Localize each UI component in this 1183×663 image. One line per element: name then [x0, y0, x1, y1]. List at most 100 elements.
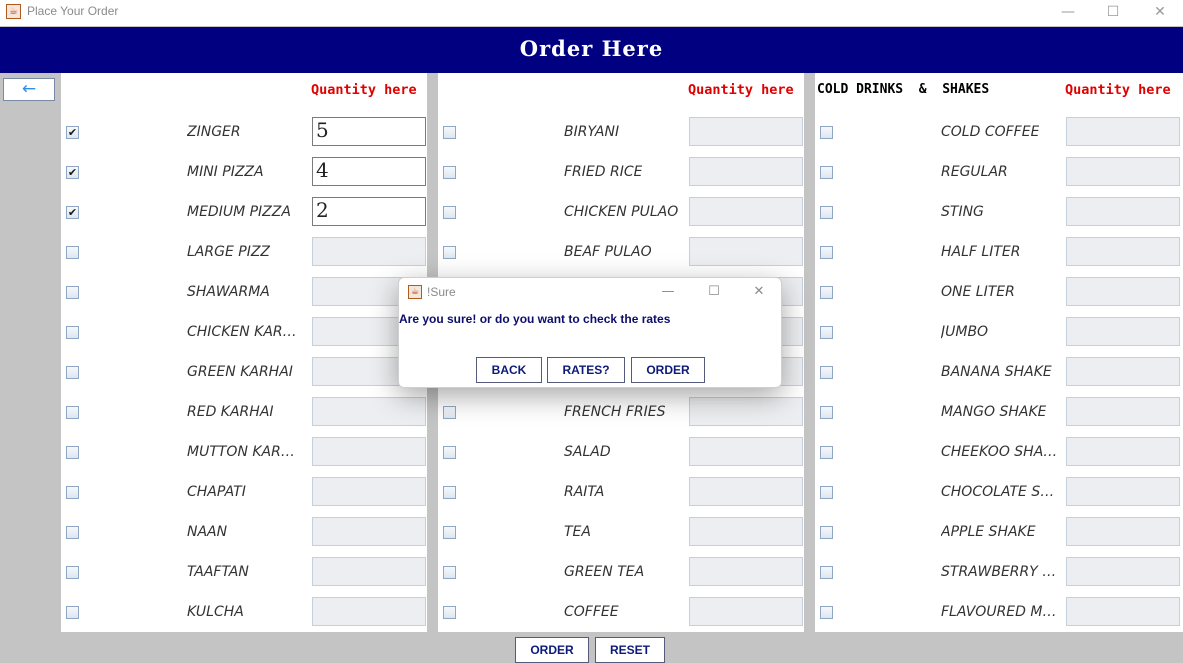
quantity-field[interactable] [312, 557, 426, 586]
item-checkbox[interactable]: ✔ [66, 126, 79, 139]
item-name: KULCHA [187, 604, 244, 620]
quantity-field[interactable] [689, 117, 803, 146]
item-checkbox[interactable] [820, 166, 833, 179]
item-checkbox[interactable] [443, 606, 456, 619]
item-checkbox[interactable] [443, 246, 456, 259]
menu-row: COLD COFFEE [815, 113, 1183, 153]
item-checkbox[interactable] [820, 286, 833, 299]
quantity-field[interactable] [1066, 317, 1180, 346]
quantity-field[interactable] [1066, 557, 1180, 586]
quantity-field[interactable] [689, 477, 803, 506]
quantity-field[interactable] [689, 437, 803, 466]
item-name: BIRYANI [564, 124, 620, 140]
item-name: BEAF PULAO [564, 244, 652, 260]
item-name: RAITA [564, 484, 605, 500]
dialog-maximize-button[interactable]: ☐ [704, 284, 724, 300]
confirm-dialog: ☕ !Sure — ☐ ✕ Are you sure! or do you wa… [398, 277, 782, 388]
java-cup-icon: ☕ [408, 285, 422, 299]
item-checkbox[interactable] [66, 486, 79, 499]
item-checkbox[interactable] [820, 126, 833, 139]
quantity-field[interactable] [1066, 437, 1180, 466]
item-checkbox[interactable] [820, 526, 833, 539]
item-name: RED KARHAI [187, 404, 274, 420]
item-name: MEDIUM PIZZA [187, 204, 291, 220]
item-checkbox[interactable] [443, 126, 456, 139]
quantity-field[interactable] [1066, 597, 1180, 626]
quantity-field[interactable] [1066, 277, 1180, 306]
minimize-button[interactable]: — [1057, 2, 1079, 22]
quantity-field[interactable] [689, 517, 803, 546]
quantity-field[interactable] [1066, 117, 1180, 146]
quantity-field[interactable]: 4 [312, 157, 426, 186]
menu-row: BEAF PULAO [438, 233, 804, 273]
quantity-field[interactable] [689, 397, 803, 426]
item-checkbox[interactable] [820, 246, 833, 259]
menu-row: RED KARHAI [61, 393, 427, 433]
menu-row: RAITA [438, 473, 804, 513]
quantity-field[interactable] [1066, 197, 1180, 226]
item-checkbox[interactable] [66, 286, 79, 299]
quantity-field[interactable] [1066, 477, 1180, 506]
quantity-header: Quantity here [688, 82, 794, 98]
back-arrow-button[interactable]: ← [3, 78, 55, 101]
item-checkbox[interactable] [820, 366, 833, 379]
dialog-back-button[interactable]: BACK [476, 357, 542, 383]
item-name: ONE LITER [941, 284, 1015, 300]
item-checkbox[interactable] [443, 486, 456, 499]
dialog-rates-button[interactable]: RATES? [547, 357, 625, 383]
item-checkbox[interactable] [443, 526, 456, 539]
quantity-field[interactable] [689, 157, 803, 186]
item-checkbox[interactable] [66, 566, 79, 579]
item-checkbox[interactable] [443, 206, 456, 219]
item-name: COFFEE [564, 604, 619, 620]
quantity-field[interactable] [312, 237, 426, 266]
item-name: GREEN TEA [564, 564, 645, 580]
arrow-left-icon: ← [21, 79, 37, 99]
item-checkbox[interactable] [66, 366, 79, 379]
quantity-field[interactable] [689, 197, 803, 226]
reset-button[interactable]: RESET [595, 637, 665, 663]
quantity-field[interactable] [689, 237, 803, 266]
item-checkbox[interactable] [820, 446, 833, 459]
quantity-field[interactable] [1066, 357, 1180, 386]
quantity-field[interactable] [312, 517, 426, 546]
item-checkbox[interactable] [820, 606, 833, 619]
order-button[interactable]: ORDER [515, 637, 589, 663]
quantity-field[interactable] [1066, 237, 1180, 266]
item-checkbox[interactable]: ✔ [66, 206, 79, 219]
quantity-field[interactable] [689, 557, 803, 586]
quantity-field[interactable] [312, 597, 426, 626]
item-checkbox[interactable] [820, 206, 833, 219]
item-checkbox[interactable] [820, 566, 833, 579]
menu-row: ONE LITER [815, 273, 1183, 313]
quantity-field[interactable]: 2 [312, 197, 426, 226]
item-checkbox[interactable] [443, 446, 456, 459]
item-checkbox[interactable] [66, 526, 79, 539]
item-checkbox[interactable] [820, 486, 833, 499]
dialog-close-button[interactable]: ✕ [749, 284, 769, 300]
quantity-field[interactable] [1066, 157, 1180, 186]
quantity-field[interactable] [312, 437, 426, 466]
item-checkbox[interactable] [66, 246, 79, 259]
item-checkbox[interactable] [443, 566, 456, 579]
quantity-field[interactable] [312, 477, 426, 506]
item-checkbox[interactable] [443, 406, 456, 419]
quantity-field[interactable] [312, 397, 426, 426]
item-checkbox[interactable] [443, 166, 456, 179]
dialog-minimize-button[interactable]: — [658, 284, 678, 300]
item-checkbox[interactable]: ✔ [66, 166, 79, 179]
quantity-field[interactable] [1066, 517, 1180, 546]
item-checkbox[interactable] [66, 606, 79, 619]
item-checkbox[interactable] [820, 406, 833, 419]
menu-row: ✔ MINI PIZZA 4 [61, 153, 427, 193]
item-checkbox[interactable] [66, 406, 79, 419]
quantity-field[interactable]: 5 [312, 117, 426, 146]
quantity-field[interactable] [1066, 397, 1180, 426]
close-button[interactable]: ✕ [1149, 2, 1171, 22]
item-checkbox[interactable] [820, 326, 833, 339]
quantity-field[interactable] [689, 597, 803, 626]
item-checkbox[interactable] [66, 446, 79, 459]
dialog-order-button[interactable]: ORDER [631, 357, 705, 383]
item-checkbox[interactable] [66, 326, 79, 339]
maximize-button[interactable]: ☐ [1102, 2, 1124, 22]
